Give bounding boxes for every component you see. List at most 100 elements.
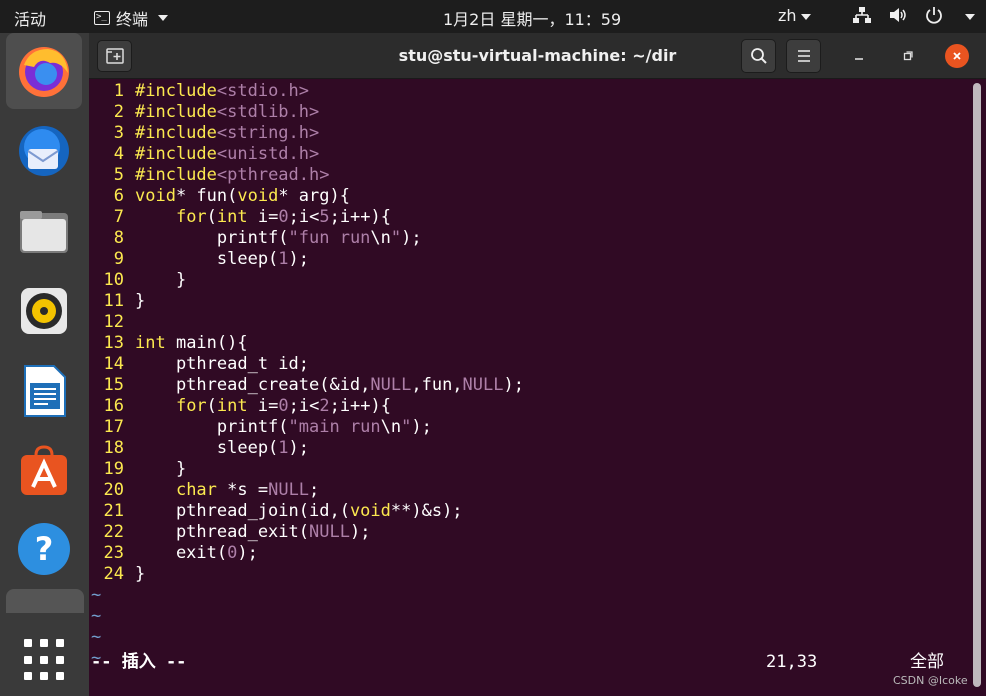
code-line: 24} bbox=[89, 564, 146, 585]
code-token: #include bbox=[135, 144, 217, 164]
input-language-label: zh bbox=[778, 6, 797, 25]
code-token: } bbox=[135, 270, 187, 290]
code-line: 12 bbox=[89, 312, 135, 333]
code-token: *s = bbox=[216, 480, 269, 500]
line-number: 5 bbox=[113, 165, 124, 185]
code-token: ;i++){ bbox=[329, 207, 391, 227]
system-tray[interactable] bbox=[853, 6, 975, 28]
scrollbar-thumb[interactable] bbox=[973, 83, 981, 687]
show-apps-icon[interactable] bbox=[24, 639, 66, 681]
svg-text:?: ? bbox=[35, 530, 54, 568]
code-token: } bbox=[135, 291, 146, 311]
line-number: 12 bbox=[103, 312, 124, 332]
code-token: <unistd.h> bbox=[216, 144, 320, 164]
empty-line-marker: ~ bbox=[91, 585, 102, 605]
code-token: 0 bbox=[227, 543, 238, 563]
vim-editor[interactable]: 1 #include<stdio.h> 2 #include<stdlib.h> 3 #i… bbox=[89, 80, 969, 696]
code-token: ,fun, bbox=[411, 375, 463, 395]
libreoffice-writer-icon[interactable] bbox=[14, 361, 74, 421]
code-token: ( bbox=[206, 396, 217, 416]
code-token: 1 bbox=[278, 438, 289, 458]
close-icon bbox=[953, 52, 961, 60]
code-token: ); bbox=[288, 438, 310, 458]
code-token: pthread_exit( bbox=[135, 522, 309, 542]
code-token: void bbox=[237, 186, 279, 206]
line-number: 8 bbox=[113, 228, 124, 248]
code-token: **)&s); bbox=[390, 501, 463, 521]
code-token: "main run bbox=[288, 417, 381, 437]
code-token: int bbox=[216, 207, 248, 227]
line-number: 9 bbox=[113, 249, 124, 269]
maximize-button[interactable] bbox=[896, 44, 920, 68]
code-token: * arg){ bbox=[278, 186, 350, 206]
chevron-down-icon bbox=[800, 13, 811, 20]
code-token: NULL bbox=[462, 375, 504, 395]
line-number: 4 bbox=[113, 144, 124, 164]
code-token: \n bbox=[370, 228, 391, 248]
clock[interactable]: 1月2日 星期一，11：59 bbox=[443, 6, 621, 30]
rhythmbox-icon[interactable] bbox=[14, 281, 74, 341]
code-line: 5 #include<pthread.h> bbox=[89, 165, 330, 186]
code-token: void bbox=[349, 501, 391, 521]
code-line: 3 #include<string.h> bbox=[89, 123, 320, 144]
activities-button[interactable]: 活动 bbox=[14, 6, 46, 30]
cursor-position: 21,33 bbox=[766, 652, 818, 672]
code-token: ; bbox=[309, 480, 320, 500]
code-line: 13 int main(){ bbox=[89, 333, 248, 354]
code-token: for bbox=[175, 396, 207, 416]
help-icon[interactable]: ? bbox=[14, 519, 74, 579]
line-number: 16 bbox=[103, 396, 124, 416]
code-token: NULL bbox=[370, 375, 412, 395]
line-number: 15 bbox=[103, 375, 124, 395]
line-number: 18 bbox=[103, 438, 124, 458]
code-token: 5 bbox=[319, 207, 330, 227]
line-number: 7 bbox=[113, 207, 124, 227]
code-token: 2 bbox=[319, 396, 330, 416]
code-token: } bbox=[135, 564, 146, 584]
code-token: pthread_t id; bbox=[135, 354, 309, 374]
search-button[interactable] bbox=[741, 39, 776, 73]
line-number: 20 bbox=[103, 480, 124, 500]
code-token: i= bbox=[247, 207, 279, 227]
firefox-icon[interactable] bbox=[14, 41, 74, 101]
code-token: * fun( bbox=[175, 186, 238, 206]
line-number: 17 bbox=[103, 417, 124, 437]
code-token: pthread_create(&id, bbox=[135, 375, 371, 395]
line-number: 11 bbox=[103, 291, 124, 311]
code-token: exit( bbox=[135, 543, 228, 563]
app-menu-button[interactable]: >_ 终端 bbox=[94, 6, 169, 30]
scrollbar[interactable] bbox=[973, 83, 981, 687]
network-icon bbox=[853, 7, 871, 27]
code-token: ); bbox=[288, 249, 310, 269]
code-token: int bbox=[135, 333, 166, 353]
input-language-button[interactable]: zh bbox=[778, 6, 811, 25]
headerbar: stu@stu-virtual-machine: ~/dir bbox=[89, 33, 986, 79]
code-token: 0 bbox=[278, 396, 289, 416]
code-line: 2 #include<stdlib.h> bbox=[89, 102, 320, 123]
code-token: ); bbox=[237, 543, 258, 563]
hamburger-menu-button[interactable] bbox=[786, 39, 821, 73]
minimize-button[interactable] bbox=[847, 44, 871, 68]
code-token: ;i< bbox=[288, 396, 320, 416]
files-icon[interactable] bbox=[14, 201, 74, 261]
code-token: #include bbox=[135, 81, 217, 101]
code-token: #include bbox=[135, 123, 217, 143]
code-token: "fun run bbox=[288, 228, 371, 248]
terminal-icon[interactable] bbox=[6, 589, 84, 613]
code-line: 8 printf("fun run\n"); bbox=[89, 228, 422, 249]
code-line: 15 pthread_create(&id,NULL,fun,NULL); bbox=[89, 375, 524, 396]
line-number: 14 bbox=[103, 354, 124, 374]
line-number: 23 bbox=[103, 543, 124, 563]
close-button[interactable] bbox=[945, 44, 969, 68]
line-number: 21 bbox=[103, 501, 124, 521]
code-line: 1 #include<stdio.h> bbox=[89, 81, 309, 102]
thunderbird-icon[interactable] bbox=[14, 121, 74, 181]
line-number: 19 bbox=[103, 459, 124, 479]
code-line: 6 void* fun(void* arg){ bbox=[89, 186, 350, 207]
code-token: " bbox=[390, 228, 402, 248]
software-center-icon[interactable] bbox=[14, 441, 74, 501]
line-number: 3 bbox=[113, 123, 124, 143]
volume-icon bbox=[889, 7, 907, 27]
watermark: CSDN @Icoke bbox=[893, 674, 968, 687]
